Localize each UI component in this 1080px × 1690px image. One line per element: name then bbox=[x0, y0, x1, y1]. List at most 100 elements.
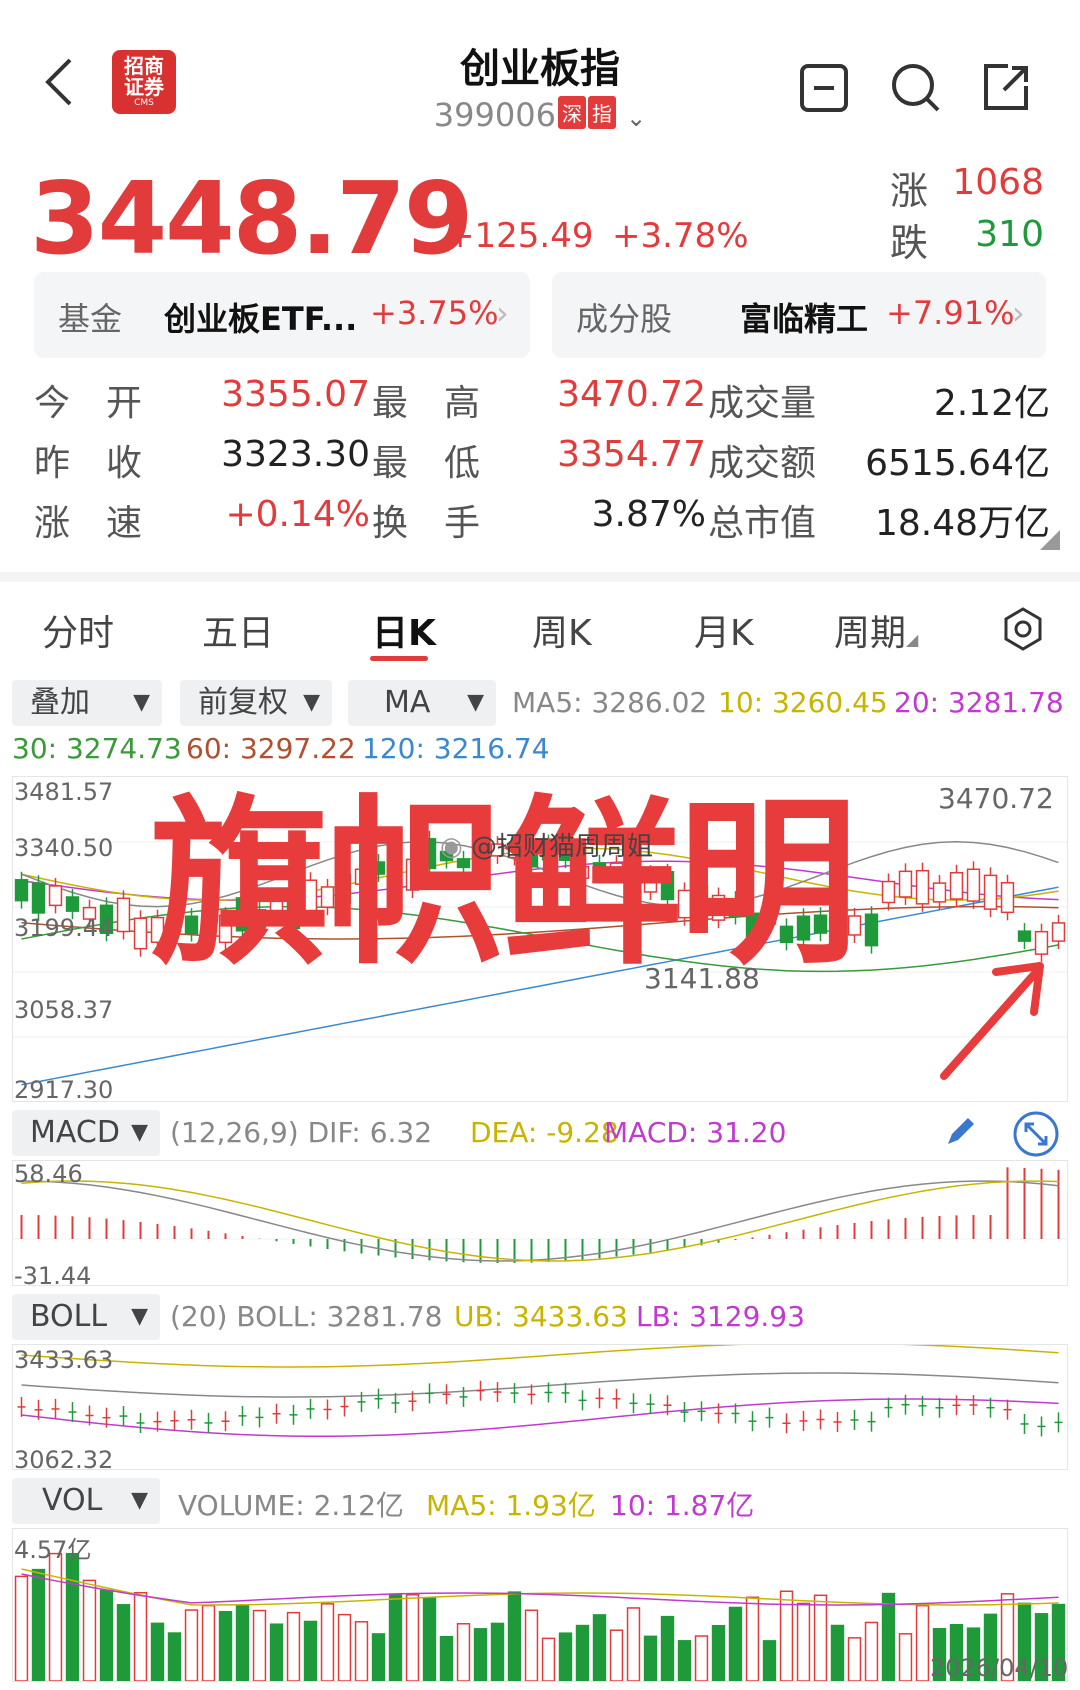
weibo-icon: ◉ bbox=[440, 832, 463, 862]
volume-bar bbox=[82, 1579, 97, 1682]
constituent-label: 成分股 bbox=[576, 300, 673, 338]
candle-body bbox=[65, 896, 80, 912]
volume-bar bbox=[201, 1604, 216, 1682]
volume-bar bbox=[388, 1594, 403, 1682]
volume-bar bbox=[320, 1603, 335, 1682]
boll-params: (20) BOLL: 3281.78 bbox=[170, 1300, 443, 1333]
search-icon[interactable] bbox=[888, 60, 944, 116]
volume-bar bbox=[337, 1613, 352, 1682]
volume-bar bbox=[643, 1635, 658, 1682]
stat-value: 3.87% bbox=[591, 494, 706, 535]
section-divider bbox=[0, 572, 1080, 582]
macd-dropdown-label: MACD bbox=[30, 1115, 120, 1150]
tab-period-label: 周期 bbox=[834, 613, 907, 654]
volume-bar bbox=[167, 1632, 182, 1682]
tab-monthly-k[interactable]: 月K bbox=[694, 604, 754, 656]
stat-label: 最 低 bbox=[372, 443, 481, 484]
volume-bar bbox=[269, 1623, 284, 1682]
tab-intraday[interactable]: 分时 bbox=[42, 604, 114, 656]
volume-bar bbox=[235, 1604, 250, 1682]
kline-axis-label: 3481.57 bbox=[14, 778, 114, 806]
volume-bar bbox=[660, 1615, 675, 1682]
constituent-card[interactable]: 成分股 富临精工 +7.91% › bbox=[552, 272, 1046, 358]
candle-body bbox=[1051, 922, 1066, 942]
price-change: +125.49 bbox=[446, 216, 594, 256]
indicator-dropdown-label: MA bbox=[384, 685, 431, 720]
kline-axis-label: 3199.44 bbox=[14, 914, 114, 942]
volume-bar bbox=[728, 1606, 743, 1682]
volume-bar bbox=[303, 1620, 318, 1682]
macd-chart[interactable] bbox=[12, 1160, 1068, 1286]
expand-corner-icon[interactable] bbox=[1040, 530, 1060, 550]
volume-bar bbox=[813, 1594, 828, 1682]
minus-box-icon[interactable] bbox=[796, 60, 852, 116]
volume-bar bbox=[592, 1614, 607, 1682]
vol-top-label: 4.57亿 bbox=[14, 1536, 92, 1564]
settings-icon[interactable] bbox=[1000, 606, 1046, 652]
volume-bar bbox=[14, 1575, 29, 1682]
market-tag: 深 bbox=[557, 96, 586, 129]
vol-plot bbox=[14, 1552, 1066, 1682]
volume-bar bbox=[371, 1633, 386, 1682]
macd-plot bbox=[13, 1167, 1067, 1263]
boll-dropdown-label: BOLL bbox=[30, 1299, 108, 1334]
boll-chart[interactable] bbox=[12, 1342, 1068, 1470]
candle-body bbox=[915, 869, 930, 905]
stat-value: 2.12亿 bbox=[933, 383, 1050, 424]
macd-dropdown[interactable]: MACD ▼ bbox=[12, 1110, 160, 1156]
share-icon[interactable] bbox=[978, 60, 1034, 116]
stat-value: 3354.77 bbox=[557, 434, 706, 475]
stat-label: 昨 收 bbox=[34, 443, 143, 484]
tab-daily-k[interactable]: 日K bbox=[372, 604, 436, 656]
candle-body bbox=[932, 882, 947, 903]
tab-five-day[interactable]: 五日 bbox=[202, 604, 274, 656]
kline-high-label: 3470.72 bbox=[938, 782, 1054, 815]
volume-bar bbox=[864, 1621, 879, 1682]
volume-bar bbox=[490, 1622, 505, 1682]
stat-row: 昨 收 3323.30 最 低 3354.77 成交额 6515.64亿 bbox=[30, 434, 1050, 494]
stat-value: 3470.72 bbox=[557, 374, 706, 415]
volume-bar bbox=[626, 1607, 641, 1682]
overlay-dropdown[interactable]: 叠加 ▼ bbox=[12, 680, 162, 726]
candle-body bbox=[949, 871, 964, 900]
stat-label: 最 高 bbox=[372, 383, 481, 424]
macd-top-label: 58.46 bbox=[14, 1160, 83, 1188]
volume-bar bbox=[762, 1640, 777, 1682]
vol-volume: VOLUME: 2.12亿 bbox=[178, 1489, 404, 1522]
volume-bar bbox=[150, 1622, 165, 1682]
volume-bar bbox=[405, 1594, 420, 1682]
overlay-dropdown-label: 叠加 bbox=[30, 685, 90, 720]
boll-dropdown[interactable]: BOLL ▼ bbox=[12, 1294, 160, 1340]
vol-chart[interactable] bbox=[12, 1528, 1068, 1682]
candle-body bbox=[31, 882, 46, 914]
volume-bar bbox=[473, 1628, 488, 1682]
vol-ma5-line bbox=[21, 1568, 1059, 1606]
vol-dropdown[interactable]: VOL ▼ bbox=[12, 1478, 160, 1524]
active-tab-indicator bbox=[370, 656, 428, 661]
candle-body bbox=[864, 913, 879, 947]
stat-row: 涨 速 +0.14% 换 手 3.87% 总市值 18.48万亿 bbox=[30, 494, 1050, 554]
volume-bar bbox=[133, 1592, 148, 1682]
candle-body bbox=[881, 880, 896, 904]
boll-ub: UB: 3433.63 bbox=[454, 1300, 628, 1333]
adjust-dropdown[interactable]: 前复权 ▼ bbox=[180, 680, 332, 726]
vol-ma10-line bbox=[21, 1573, 1059, 1606]
boll-bottom-label: 3062.32 bbox=[14, 1446, 114, 1474]
caret-down-icon: ▼ bbox=[133, 690, 150, 715]
fund-card[interactable]: 基金 创业板ETF... +3.75% › bbox=[34, 272, 530, 358]
macd-bottom-label: -31.44 bbox=[14, 1262, 92, 1290]
vol-ma5: MA5: 1.93亿 bbox=[426, 1489, 596, 1522]
indicator-dropdown[interactable]: MA ▼ bbox=[348, 680, 496, 726]
pencil-icon[interactable] bbox=[940, 1112, 980, 1152]
stat-value: 6515.64亿 bbox=[865, 443, 1050, 484]
volume-bar bbox=[677, 1640, 692, 1682]
security-code: 399006 bbox=[433, 96, 556, 134]
tab-period[interactable]: 周期◢ bbox=[834, 604, 918, 656]
dea-line bbox=[21, 1180, 1059, 1262]
last-date-label: 2026/04/10 bbox=[930, 1654, 1069, 1682]
fullscreen-icon[interactable] bbox=[1012, 1110, 1060, 1158]
boll-top-label: 3433.63 bbox=[14, 1346, 114, 1374]
tab-weekly-k[interactable]: 周K bbox=[532, 604, 592, 656]
volume-bar bbox=[847, 1637, 862, 1682]
boll-plot bbox=[17, 1342, 1063, 1438]
